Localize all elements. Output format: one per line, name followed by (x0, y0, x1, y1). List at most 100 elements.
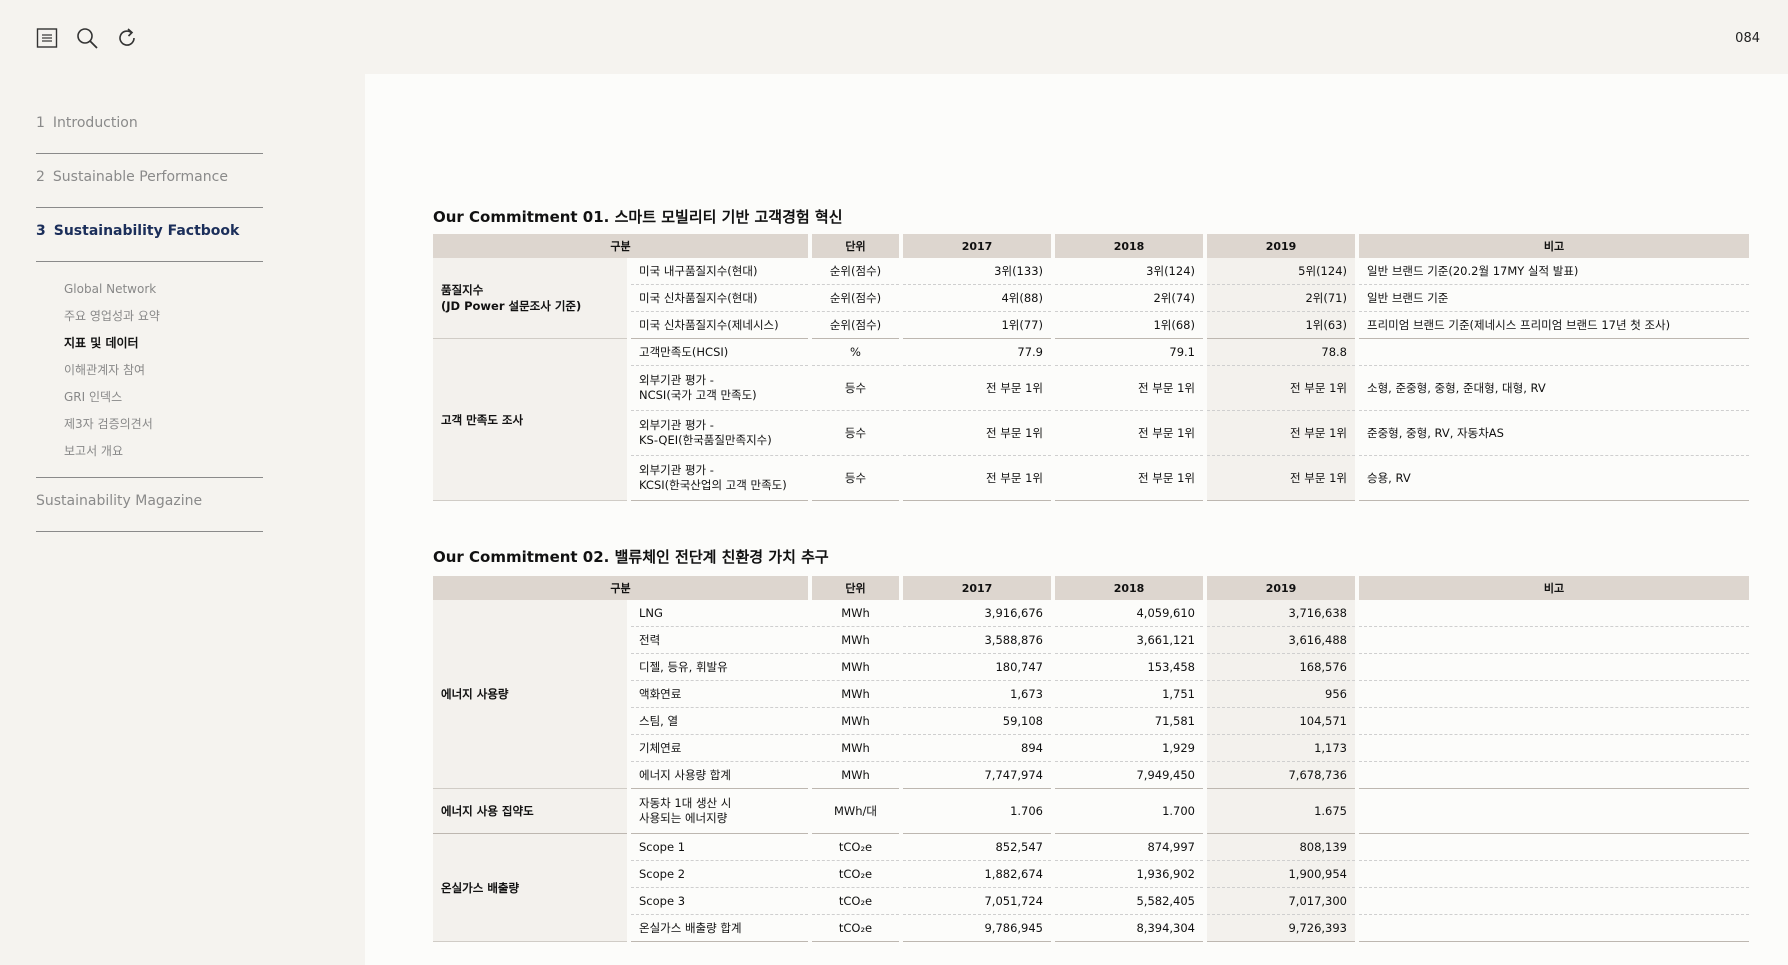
value-2018: 2위(74) (1055, 285, 1203, 312)
value-2019: 104,571 (1207, 708, 1355, 735)
value-2017: 1,673 (903, 681, 1051, 708)
row-note (1359, 627, 1749, 654)
value-2018: 874,997 (1055, 834, 1203, 861)
header-2019: 2019 (1207, 234, 1355, 258)
table-row: 에너지 사용량 LNG MWh 3,916,676 4,059,610 3,71… (433, 600, 1749, 789)
header-unit: 단위 (812, 234, 899, 258)
value-2019: 1,900,954 (1207, 861, 1355, 888)
row-unit: MWh (812, 681, 899, 708)
header-2017: 2017 (903, 234, 1051, 258)
nav-item-sustainable-performance[interactable]: 2 Sustainable Performance (36, 154, 263, 208)
value-2019: 3,616,488 (1207, 627, 1355, 654)
nav-item-sustainability-factbook[interactable]: 3 Sustainability Factbook (36, 208, 263, 262)
value-2018: 5,582,405 (1055, 888, 1203, 915)
nav-item-sustainability-magazine[interactable]: Sustainability Magazine (36, 478, 263, 532)
row-item: 자동차 1대 생산 시 사용되는 에너지량 (631, 789, 808, 834)
value-2019: 7,678,736 (1207, 762, 1355, 789)
value-2018: 7,949,450 (1055, 762, 1203, 789)
value-2019: 1위(63) (1207, 312, 1355, 339)
value-2019: 5위(124) (1207, 258, 1355, 285)
value-2017: 852,547 (903, 834, 1051, 861)
group-quality-index: 품질지수 (JD Power 설문조사 기준) (433, 258, 627, 339)
nav-item-label: Introduction (52, 115, 138, 131)
nav-item-introduction[interactable]: 1 Introduction (36, 100, 263, 154)
row-item: 스팀, 열 (631, 708, 808, 735)
value-2019: 9,726,393 (1207, 915, 1355, 942)
group-energy-intensity: 에너지 사용 집약도 (433, 789, 627, 834)
row-unit: MWh (812, 654, 899, 681)
value-2018: 1,936,902 (1055, 861, 1203, 888)
row-note (1359, 834, 1749, 861)
row-note (1359, 762, 1749, 789)
table-row: 에너지 사용량 합계 MWh 7,747,974 7,949,450 7,678… (433, 762, 1749, 789)
row-note: 준중형, 중형, RV, 자동차AS (1359, 411, 1749, 456)
nav-item-number: 3 (36, 223, 46, 239)
row-item: Scope 2 (631, 861, 808, 888)
value-2018: 전 부문 1위 (1055, 411, 1203, 456)
row-unit: 등수 (812, 456, 899, 501)
value-2017: 9,786,945 (903, 915, 1051, 942)
subnav-item-assurance[interactable]: 제3자 검증의견서 (64, 411, 263, 438)
value-2018: 전 부문 1위 (1055, 366, 1203, 411)
value-2017: 7,051,724 (903, 888, 1051, 915)
table-row: 기체연료 MWh 894 1,929 1,173 (433, 735, 1749, 762)
subnav-item-report-overview[interactable]: 보고서 개요 (64, 438, 263, 465)
row-item-line1: 외부기관 평가 - (639, 373, 714, 387)
row-item: 에너지 사용량 합계 (631, 762, 808, 789)
group-sublabel: (JD Power 설문조사 기준) (441, 299, 582, 313)
value-2018: 1.700 (1055, 789, 1203, 834)
value-2019: 168,576 (1207, 654, 1355, 681)
table-header-row: 구분 단위 2017 2018 2019 비고 (433, 234, 1749, 258)
subnav-item-gri-index[interactable]: GRI 인덱스 (64, 384, 263, 411)
row-item: 미국 신차품질지수(제네시스) (631, 312, 808, 339)
value-2017: 59,108 (903, 708, 1051, 735)
table-row: 스팀, 열 MWh 59,108 71,581 104,571 (433, 708, 1749, 735)
subnav-item-global-network[interactable]: Global Network (64, 276, 263, 303)
row-item-line2: 사용되는 에너지량 (639, 811, 728, 825)
header-2018: 2018 (1055, 576, 1203, 600)
value-2017: 전 부문 1위 (903, 411, 1051, 456)
row-note (1359, 600, 1749, 627)
row-item: 미국 신차품질지수(현대) (631, 285, 808, 312)
row-item: 외부기관 평가 - NCSI(국가 고객 만족도) (631, 366, 808, 411)
row-note: 일반 브랜드 기준(20.2월 17MY 실적 발표) (1359, 258, 1749, 285)
subnav-item-indicators-data[interactable]: 지표 및 데이터 (64, 330, 263, 357)
row-item-line1: 자동차 1대 생산 시 (639, 796, 732, 810)
header-note: 비고 (1359, 576, 1749, 600)
section-title-commitment-01: Our Commitment 01. 스마트 모빌리티 기반 고객경험 혁신 (433, 208, 843, 226)
value-2019: 2위(71) (1207, 285, 1355, 312)
row-item: 고객만족도(HCSI) (631, 339, 808, 366)
nav-item-number: 2 (36, 169, 45, 185)
row-unit: tCO₂e (812, 861, 899, 888)
value-2019: 전 부문 1위 (1207, 366, 1355, 411)
section-title-commitment-02: Our Commitment 02. 밸류체인 전단계 친환경 가치 추구 (433, 548, 829, 566)
value-2018: 3위(124) (1055, 258, 1203, 285)
row-unit: tCO₂e (812, 915, 899, 942)
search-icon[interactable] (76, 27, 98, 49)
row-item-line2: KCSI(한국산업의 고객 만족도) (639, 478, 787, 492)
row-unit: 순위(점수) (812, 312, 899, 339)
page-number: 084 (1735, 31, 1760, 46)
refresh-icon[interactable] (116, 27, 138, 49)
value-2018: 1위(68) (1055, 312, 1203, 339)
table-row: 디젤, 등유, 휘발유 MWh 180,747 153,458 168,576 (433, 654, 1749, 681)
value-2017: 4위(88) (903, 285, 1051, 312)
group-label: 고객 만족도 조사 (441, 412, 524, 427)
row-unit: tCO₂e (812, 834, 899, 861)
value-2017: 3,588,876 (903, 627, 1051, 654)
value-2018: 79.1 (1055, 339, 1203, 366)
row-unit: % (812, 339, 899, 366)
subnav-item-business-summary[interactable]: 주요 영업성과 요약 (64, 303, 263, 330)
table-row: 온실가스 배출량 합계 tCO₂e 9,786,945 8,394,304 9,… (433, 915, 1749, 942)
toolbar (36, 27, 138, 49)
row-unit: MWh/대 (812, 789, 899, 834)
subnav-item-stakeholder[interactable]: 이해관계자 참여 (64, 357, 263, 384)
table-row: 외부기관 평가 - KS-QEI(한국품질만족지수) 등수 전 부문 1위 전 부… (433, 411, 1749, 456)
value-2019: 78.8 (1207, 339, 1355, 366)
value-2019: 3,716,638 (1207, 600, 1355, 627)
table-row: Scope 2 tCO₂e 1,882,674 1,936,902 1,900,… (433, 861, 1749, 888)
subnav: Global Network 주요 영업성과 요약 지표 및 데이터 이해관계자… (36, 262, 263, 478)
row-note (1359, 339, 1749, 366)
table-row: Scope 3 tCO₂e 7,051,724 5,582,405 7,017,… (433, 888, 1749, 915)
menu-icon[interactable] (36, 27, 58, 49)
